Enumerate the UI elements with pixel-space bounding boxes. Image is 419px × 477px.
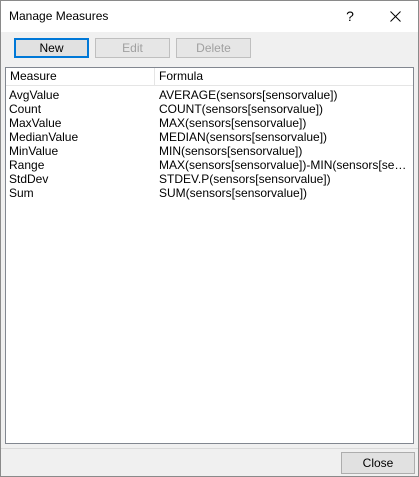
table-row[interactable]: Range MAX(sensors[sensorvalue])-MIN(sens…	[6, 158, 413, 172]
title-bar: Manage Measures ?	[1, 1, 418, 32]
table-row[interactable]: Sum SUM(sensors[sensorvalue])	[6, 186, 413, 200]
measures-list[interactable]: Measure Formula AvgValue AVERAGE(sensors…	[5, 67, 414, 444]
formula-cell: SUM(sensors[sensorvalue])	[159, 186, 308, 200]
formula-cell: COUNT(sensors[sensorvalue])	[159, 102, 324, 116]
column-header-measure[interactable]: Measure	[6, 68, 155, 85]
table-row[interactable]: MinValue MIN(sensors[sensorvalue])	[6, 144, 413, 158]
window-close-button[interactable]	[373, 1, 418, 32]
formula-cell: AVERAGE(sensors[sensorvalue])	[159, 88, 338, 102]
table-row[interactable]: AvgValue AVERAGE(sensors[sensorvalue])	[6, 88, 413, 102]
table-row[interactable]: MedianValue MEDIAN(sensors[sensorvalue])	[6, 130, 413, 144]
question-mark-icon: ?	[346, 8, 354, 24]
measure-cell: StdDev	[9, 172, 49, 186]
list-header: Measure Formula	[6, 68, 413, 86]
measure-cell: Range	[9, 158, 45, 172]
edit-button[interactable]: Edit	[95, 38, 170, 58]
table-row[interactable]: MaxValue MAX(sensors[sensorvalue])	[6, 116, 413, 130]
formula-cell: MAX(sensors[sensorvalue])	[159, 116, 307, 130]
formula-cell: MEDIAN(sensors[sensorvalue])	[159, 130, 328, 144]
close-icon	[390, 11, 401, 22]
list-rows: AvgValue AVERAGE(sensors[sensorvalue]) C…	[6, 88, 413, 200]
table-row[interactable]: StdDev STDEV.P(sensors[sensorvalue])	[6, 172, 413, 186]
measure-cell: Count	[9, 102, 42, 116]
table-row[interactable]: Count COUNT(sensors[sensorvalue])	[6, 102, 413, 116]
delete-button[interactable]: Delete	[176, 38, 251, 58]
column-header-formula[interactable]: Formula	[155, 68, 413, 85]
measure-cell: MaxValue	[9, 116, 62, 130]
measure-cell: Sum	[9, 186, 34, 200]
manage-measures-dialog: Manage Measures ? New Edit Delete Measur…	[0, 0, 419, 477]
formula-cell: STDEV.P(sensors[sensorvalue])	[159, 172, 331, 186]
help-button[interactable]: ?	[327, 1, 373, 32]
footer-divider	[1, 448, 418, 449]
formula-cell: MAX(sensors[sensorvalue])-MIN(sensors[se…	[159, 158, 411, 172]
measure-cell: MinValue	[9, 144, 59, 158]
measure-cell: MedianValue	[9, 130, 79, 144]
window-title: Manage Measures	[9, 9, 109, 23]
formula-cell: MIN(sensors[sensorvalue])	[159, 144, 303, 158]
measure-cell: AvgValue	[9, 88, 60, 102]
close-button[interactable]: Close	[341, 452, 415, 474]
new-button[interactable]: New	[14, 38, 89, 58]
